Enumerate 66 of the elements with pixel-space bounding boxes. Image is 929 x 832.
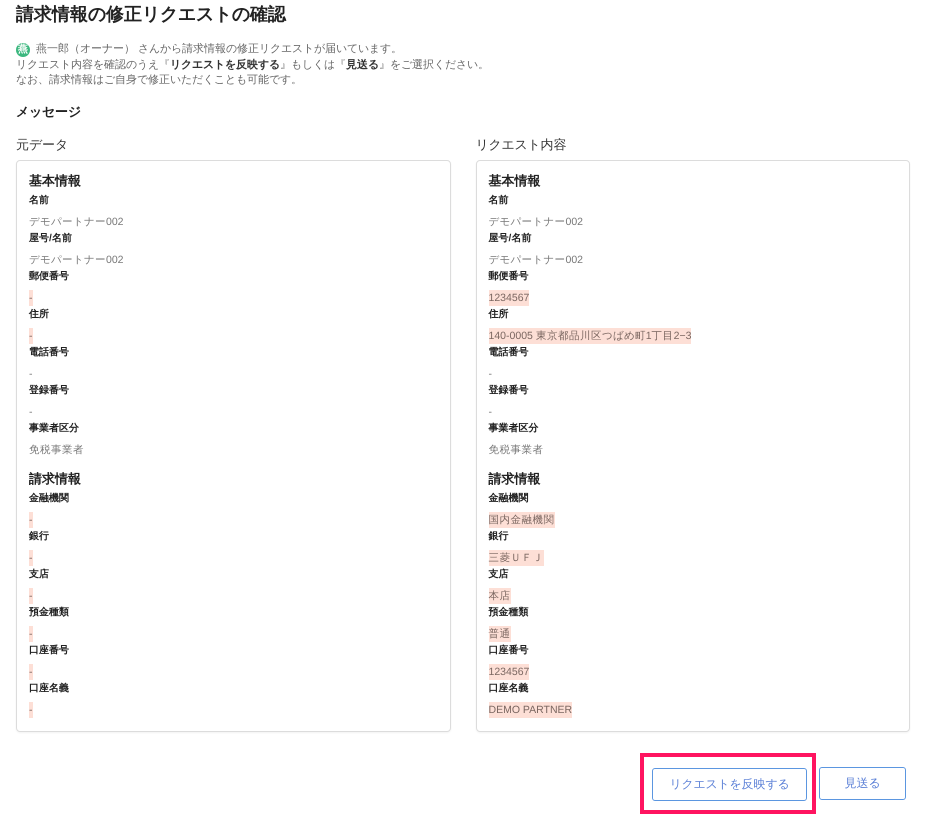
- field-value: -: [29, 290, 32, 306]
- field-value: 本店: [488, 588, 510, 604]
- field-label: 金融機関: [29, 492, 70, 506]
- field-value: 免税事業者: [29, 442, 84, 458]
- field-value: -: [29, 702, 32, 718]
- field-label: 預金種類: [488, 606, 530, 620]
- field-label: 電話番号: [488, 346, 530, 360]
- field-label: 事業者区分: [29, 422, 80, 436]
- section-title: 基本情報: [488, 172, 542, 190]
- field-value: DEMO PARTNER: [488, 702, 572, 718]
- section-title: 請求情報: [488, 470, 542, 488]
- field-value: -: [488, 366, 492, 382]
- field-label: 口座番号: [29, 643, 70, 658]
- message-text: 燕一郎（オーナー） さんから請求情報の修正リクエストが届いています。: [36, 42, 402, 57]
- message-text: リクエスト内容を確認のうえ『リクエストを反映する』もしくは『見送る』をご選択ください。: [16, 58, 489, 72]
- field-value: 国内金融機関: [488, 512, 554, 528]
- column-heading: 元データ: [16, 136, 69, 152]
- field-value: -: [29, 550, 32, 566]
- field-label: 銀行: [488, 530, 510, 544]
- field-label: 支店: [29, 567, 50, 582]
- field-value: -: [29, 328, 32, 344]
- field-value: 三菱ＵＦＪ: [488, 550, 544, 566]
- field-value: デモパートナー002: [29, 214, 124, 230]
- field-value: 140-0005 東京都品川区つばめ町1丁目2−3: [488, 328, 692, 344]
- field-label: 口座番号: [488, 643, 530, 658]
- field-label: 屋号/名前: [29, 232, 73, 246]
- section-title: 請求情報: [29, 470, 82, 488]
- field-label: 住所: [488, 308, 510, 322]
- field-value: 1234567: [488, 290, 530, 306]
- page-title: 請求情報の修正リクエストの確認: [16, 3, 288, 26]
- field-label: 電話番号: [29, 346, 70, 360]
- field-value: 普通: [488, 626, 510, 642]
- field-label: 郵便番号: [488, 270, 530, 284]
- field-label: 金融機関: [488, 492, 530, 506]
- field-label: 支店: [488, 567, 510, 582]
- field-value: デモパートナー002: [29, 252, 124, 268]
- field-label: 名前: [488, 194, 510, 208]
- field-label: 名前: [29, 194, 50, 208]
- sender-avatar: 燕: [16, 42, 30, 57]
- field-label: 登録番号: [488, 384, 530, 398]
- field-value: デモパートナー002: [488, 252, 584, 268]
- field-label: 口座名義: [488, 681, 530, 696]
- message-heading: メッセージ: [16, 102, 82, 120]
- field-value: -: [29, 664, 32, 680]
- field-value: -: [488, 404, 492, 420]
- section-title: 基本情報: [29, 172, 82, 190]
- field-label: 郵便番号: [29, 270, 70, 284]
- message-text: なお、請求情報はご自身で修正いただくことも可能です。: [16, 73, 302, 88]
- field-label: 口座名義: [29, 681, 70, 696]
- column-heading: リクエスト内容: [476, 136, 568, 152]
- field-value: 免税事業者: [488, 442, 544, 458]
- skip-button[interactable]: 見送る: [819, 766, 906, 800]
- field-label: 事業者区分: [488, 422, 540, 436]
- field-value: -: [29, 404, 32, 420]
- field-value: 1234567: [488, 664, 530, 680]
- field-value: -: [29, 626, 32, 642]
- field-label: 屋号/名前: [488, 232, 532, 246]
- field-label: 登録番号: [29, 384, 70, 398]
- field-value: -: [29, 366, 32, 382]
- reflect-request-button[interactable]: リクエストを反映する: [652, 768, 807, 800]
- field-label: 預金種類: [29, 606, 70, 620]
- field-value: デモパートナー002: [488, 214, 584, 230]
- field-label: 銀行: [29, 530, 50, 544]
- field-value: -: [29, 588, 32, 604]
- field-label: 住所: [29, 308, 50, 322]
- field-value: -: [29, 512, 32, 528]
